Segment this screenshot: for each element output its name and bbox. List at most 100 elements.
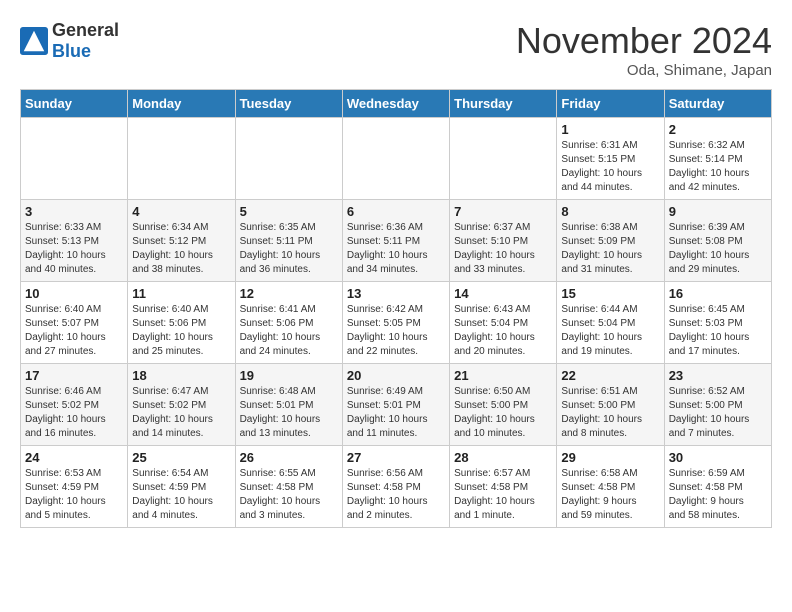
- week-row-4: 17 Sunrise: 6:46 AM Sunset: 5:02 PM Dayli…: [21, 364, 772, 446]
- calendar-cell: [235, 118, 342, 200]
- calendar-cell: 23Sunrise: 6:52 AM Sunset: 5:00 PM Dayli…: [664, 364, 771, 446]
- day-info: Sunrise: 6:48 AM Sunset: 5:01 PM Dayligh…: [240, 385, 338, 441]
- calendar-cell: 21 Sunrise: 6:50 AM Sunset: 5:00 PM Dayli…: [450, 364, 557, 446]
- day-info: Sunrise: 6:36 AM Sunset: 5:11 PM Dayligh…: [347, 221, 445, 277]
- calendar-cell: 22Sunrise: 6:51 AM Sunset: 5:00 PM Dayli…: [557, 364, 664, 446]
- header-row: SundayMondayTuesdayWednesdayThursdayFrid…: [21, 90, 772, 118]
- logo-general-text: General: [52, 20, 119, 40]
- day-number: 20: [347, 368, 445, 383]
- day-info: Sunrise: 6:57 AM Sunset: 4:58 PM Dayligh…: [454, 467, 552, 523]
- calendar-cell: 25 Sunrise: 6:54 AM Sunset: 4:59 PM Dayli…: [128, 446, 235, 528]
- day-number: 3: [25, 204, 123, 219]
- day-info: Sunrise: 6:56 AM Sunset: 4:58 PM Dayligh…: [347, 467, 445, 523]
- day-number: 1: [561, 122, 659, 137]
- calendar-cell: [128, 118, 235, 200]
- day-info: Sunrise: 6:40 AM Sunset: 5:07 PM Dayligh…: [25, 303, 123, 359]
- day-number: 10: [25, 286, 123, 301]
- day-info: Sunrise: 6:41 AM Sunset: 5:06 PM Dayligh…: [240, 303, 338, 359]
- day-info: Sunrise: 6:55 AM Sunset: 4:58 PM Dayligh…: [240, 467, 338, 523]
- logo: General Blue: [20, 20, 119, 62]
- day-info: Sunrise: 6:32 AM Sunset: 5:14 PM Dayligh…: [669, 139, 767, 195]
- calendar-cell: 26 Sunrise: 6:55 AM Sunset: 4:58 PM Dayli…: [235, 446, 342, 528]
- day-info: Sunrise: 6:33 AM Sunset: 5:13 PM Dayligh…: [25, 221, 123, 277]
- day-number: 12: [240, 286, 338, 301]
- day-number: 16: [669, 286, 767, 301]
- day-info: Sunrise: 6:40 AM Sunset: 5:06 PM Dayligh…: [132, 303, 230, 359]
- calendar-cell: 9 Sunrise: 6:39 AM Sunset: 5:08 PM Daylig…: [664, 200, 771, 282]
- day-header-wednesday: Wednesday: [342, 90, 449, 118]
- day-number: 28: [454, 450, 552, 465]
- day-number: 6: [347, 204, 445, 219]
- day-header-monday: Monday: [128, 90, 235, 118]
- day-number: 27: [347, 450, 445, 465]
- day-info: Sunrise: 6:43 AM Sunset: 5:04 PM Dayligh…: [454, 303, 552, 359]
- calendar-cell: 20 Sunrise: 6:49 AM Sunset: 5:01 PM Dayli…: [342, 364, 449, 446]
- calendar-cell: 4Sunrise: 6:34 AM Sunset: 5:12 PM Daylig…: [128, 200, 235, 282]
- day-info: Sunrise: 6:39 AM Sunset: 5:08 PM Dayligh…: [669, 221, 767, 277]
- month-title: November 2024: [516, 20, 772, 62]
- calendar-cell: 10 Sunrise: 6:40 AM Sunset: 5:07 PM Dayli…: [21, 282, 128, 364]
- day-number: 4: [132, 204, 230, 219]
- day-number: 21: [454, 368, 552, 383]
- day-info: Sunrise: 6:52 AM Sunset: 5:00 PM Dayligh…: [669, 385, 767, 441]
- day-info: Sunrise: 6:49 AM Sunset: 5:01 PM Dayligh…: [347, 385, 445, 441]
- calendar-cell: 16 Sunrise: 6:45 AM Sunset: 5:03 PM Dayli…: [664, 282, 771, 364]
- day-number: 14: [454, 286, 552, 301]
- day-header-sunday: Sunday: [21, 90, 128, 118]
- day-info: Sunrise: 6:31 AM Sunset: 5:15 PM Dayligh…: [561, 139, 659, 195]
- day-info: Sunrise: 6:50 AM Sunset: 5:00 PM Dayligh…: [454, 385, 552, 441]
- day-number: 22: [561, 368, 659, 383]
- day-header-thursday: Thursday: [450, 90, 557, 118]
- calendar-cell: 17 Sunrise: 6:46 AM Sunset: 5:02 PM Dayli…: [21, 364, 128, 446]
- day-info: Sunrise: 6:46 AM Sunset: 5:02 PM Dayligh…: [25, 385, 123, 441]
- day-info: Sunrise: 6:47 AM Sunset: 5:02 PM Dayligh…: [132, 385, 230, 441]
- day-number: 15: [561, 286, 659, 301]
- day-number: 25: [132, 450, 230, 465]
- calendar-cell: 3 Sunrise: 6:33 AM Sunset: 5:13 PM Daylig…: [21, 200, 128, 282]
- day-header-friday: Friday: [557, 90, 664, 118]
- calendar-cell: 11 Sunrise: 6:40 AM Sunset: 5:06 PM Dayli…: [128, 282, 235, 364]
- day-number: 11: [132, 286, 230, 301]
- calendar-cell: 24 Sunrise: 6:53 AM Sunset: 4:59 PM Dayli…: [21, 446, 128, 528]
- calendar-table: SundayMondayTuesdayWednesdayThursdayFrid…: [20, 89, 772, 528]
- location-title: Oda, Shimane, Japan: [516, 62, 772, 79]
- calendar-cell: 6 Sunrise: 6:36 AM Sunset: 5:11 PM Daylig…: [342, 200, 449, 282]
- calendar-cell: 5 Sunrise: 6:35 AM Sunset: 5:11 PM Daylig…: [235, 200, 342, 282]
- day-number: 26: [240, 450, 338, 465]
- day-number: 13: [347, 286, 445, 301]
- day-number: 5: [240, 204, 338, 219]
- day-number: 30: [669, 450, 767, 465]
- calendar-cell: [450, 118, 557, 200]
- calendar-cell: [342, 118, 449, 200]
- calendar-cell: 12 Sunrise: 6:41 AM Sunset: 5:06 PM Dayli…: [235, 282, 342, 364]
- day-number: 9: [669, 204, 767, 219]
- calendar-cell: 14 Sunrise: 6:43 AM Sunset: 5:04 PM Dayli…: [450, 282, 557, 364]
- calendar-cell: 13Sunrise: 6:42 AM Sunset: 5:05 PM Dayli…: [342, 282, 449, 364]
- calendar-cell: 27 Sunrise: 6:56 AM Sunset: 4:58 PM Dayli…: [342, 446, 449, 528]
- logo-blue-text: Blue: [52, 41, 91, 61]
- day-number: 19: [240, 368, 338, 383]
- day-info: Sunrise: 6:54 AM Sunset: 4:59 PM Dayligh…: [132, 467, 230, 523]
- day-info: Sunrise: 6:44 AM Sunset: 5:04 PM Dayligh…: [561, 303, 659, 359]
- calendar-cell: 18Sunrise: 6:47 AM Sunset: 5:02 PM Dayli…: [128, 364, 235, 446]
- day-number: 24: [25, 450, 123, 465]
- day-number: 2: [669, 122, 767, 137]
- day-info: Sunrise: 6:35 AM Sunset: 5:11 PM Dayligh…: [240, 221, 338, 277]
- day-number: 17: [25, 368, 123, 383]
- logo-icon: [20, 27, 48, 55]
- day-number: 8: [561, 204, 659, 219]
- day-number: 7: [454, 204, 552, 219]
- calendar-cell: 2 Sunrise: 6:32 AM Sunset: 5:14 PM Daylig…: [664, 118, 771, 200]
- day-info: Sunrise: 6:38 AM Sunset: 5:09 PM Dayligh…: [561, 221, 659, 277]
- week-row-2: 3 Sunrise: 6:33 AM Sunset: 5:13 PM Daylig…: [21, 200, 772, 282]
- week-row-5: 24 Sunrise: 6:53 AM Sunset: 4:59 PM Dayli…: [21, 446, 772, 528]
- calendar-cell: 29Sunrise: 6:58 AM Sunset: 4:58 PM Dayli…: [557, 446, 664, 528]
- day-info: Sunrise: 6:58 AM Sunset: 4:58 PM Dayligh…: [561, 467, 659, 523]
- calendar-cell: 1 Sunrise: 6:31 AM Sunset: 5:15 PM Daylig…: [557, 118, 664, 200]
- day-info: Sunrise: 6:45 AM Sunset: 5:03 PM Dayligh…: [669, 303, 767, 359]
- week-row-1: 1 Sunrise: 6:31 AM Sunset: 5:15 PM Daylig…: [21, 118, 772, 200]
- calendar-cell: 28 Sunrise: 6:57 AM Sunset: 4:58 PM Dayli…: [450, 446, 557, 528]
- day-info: Sunrise: 6:53 AM Sunset: 4:59 PM Dayligh…: [25, 467, 123, 523]
- calendar-cell: 30Sunrise: 6:59 AM Sunset: 4:58 PM Dayli…: [664, 446, 771, 528]
- calendar-cell: 15 Sunrise: 6:44 AM Sunset: 5:04 PM Dayli…: [557, 282, 664, 364]
